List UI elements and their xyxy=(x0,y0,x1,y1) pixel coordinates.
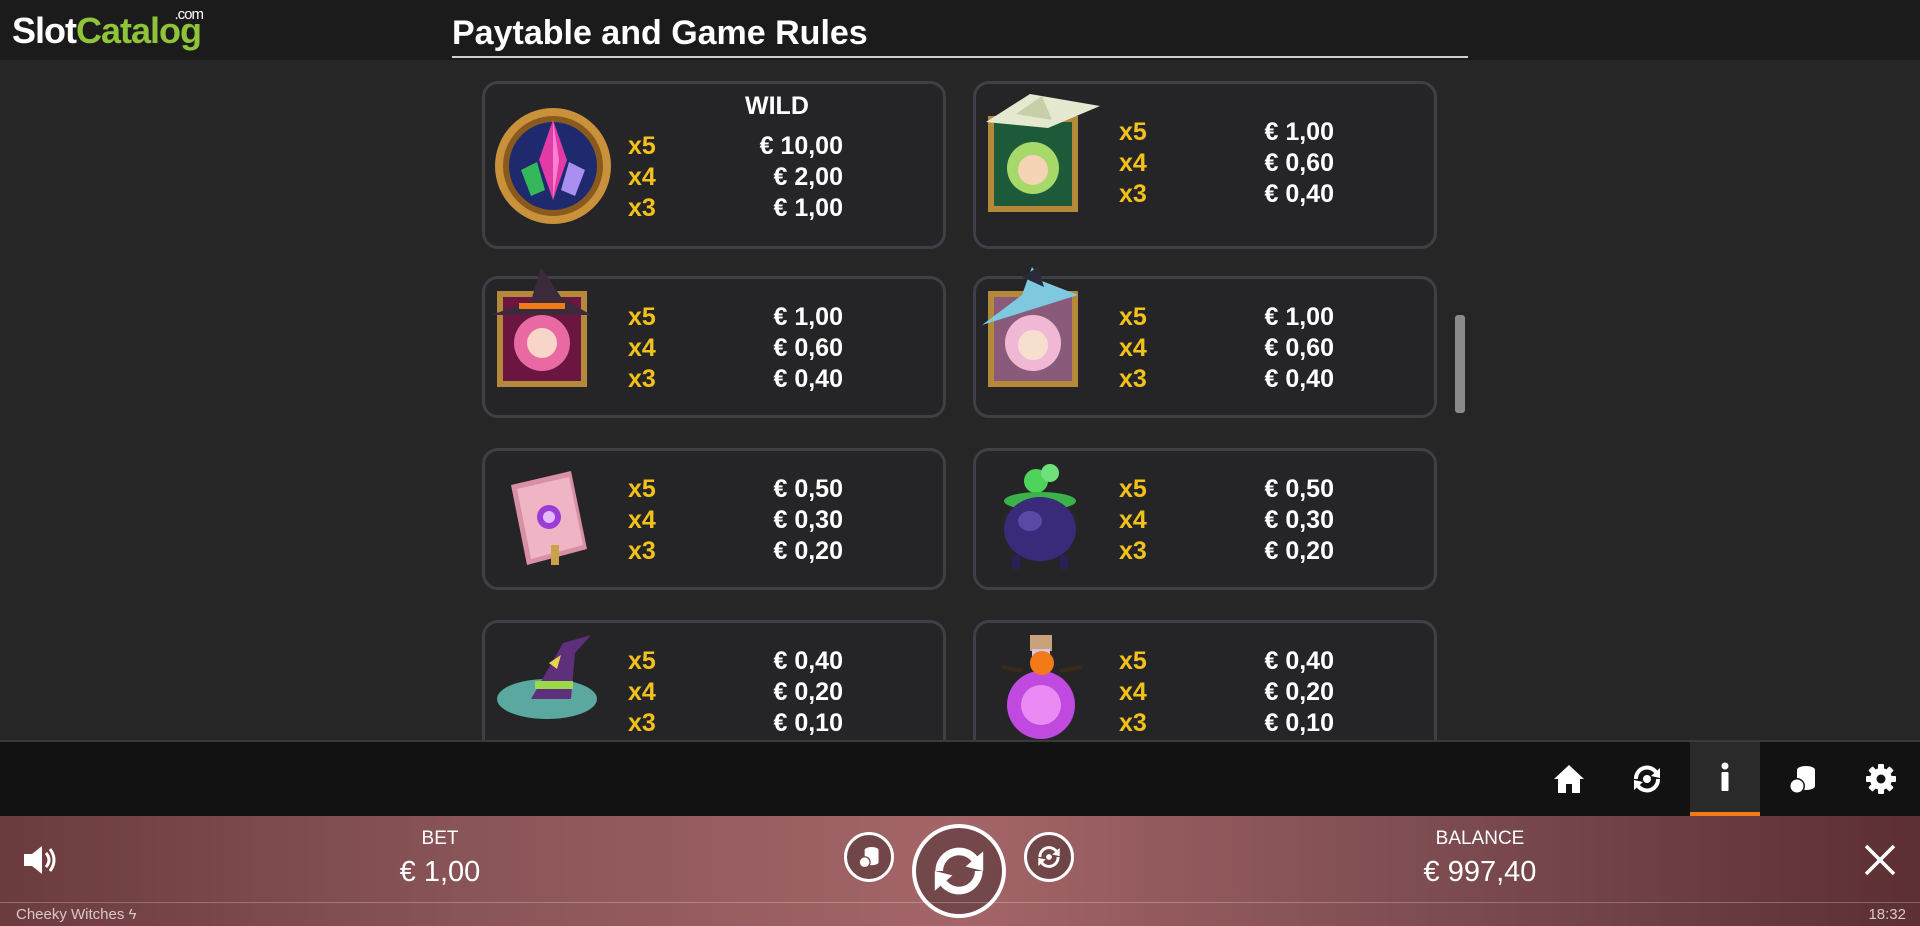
pay-row: x3 € 0,20 xyxy=(1119,537,1334,565)
pay-row: x3 € 0,40 xyxy=(1119,180,1334,208)
lightning-icon: ϟ xyxy=(128,906,137,923)
gear-icon xyxy=(1866,764,1896,794)
pay-row: x3 € 0,40 xyxy=(1119,365,1334,393)
pay-row: x3 € 0,10 xyxy=(628,709,843,737)
paytable-card-cauldron: x5 € 0,50 x4 € 0,30 x3 € 0,20 xyxy=(973,448,1437,590)
title-divider xyxy=(452,56,1468,58)
autoplay-icon xyxy=(1634,765,1660,793)
autoplay-icon xyxy=(1038,846,1060,868)
spin-button[interactable] xyxy=(912,824,1006,918)
paytable-card-witch-hat: x5 € 0,40 x4 € 0,20 x3 € 0,10 xyxy=(482,620,946,740)
coins-icon xyxy=(1789,766,1815,794)
close-icon xyxy=(1864,844,1896,876)
autoplay-button[interactable] xyxy=(1612,742,1682,816)
balance-value: € 997,40 xyxy=(1423,856,1537,888)
paytable-content[interactable]: WILD x5 € 10,00 x4 € 2,00 x3 € 1,00 x5 € 1,0… xyxy=(0,60,1920,740)
home-icon xyxy=(1554,765,1584,793)
pay-row: x3 € 1,00 xyxy=(628,194,843,222)
pay-row: x5 € 1,00 xyxy=(628,303,843,331)
sound-button[interactable] xyxy=(20,840,60,880)
pay-row: x4 € 2,00 xyxy=(628,163,843,191)
pay-row: x4 € 0,60 xyxy=(1119,149,1334,177)
menu-toolbar xyxy=(0,740,1920,816)
pay-row: x5 € 1,00 xyxy=(1119,118,1334,146)
pay-row: x4 € 0,30 xyxy=(628,506,843,534)
paytable-card-potion: x5 € 0,40 x4 € 0,20 x3 € 0,10 xyxy=(973,620,1437,740)
pay-row: x4 € 0,20 xyxy=(628,678,843,706)
pay-row: x3 € 0,40 xyxy=(628,365,843,393)
paytable-card-pink-witch: x5 € 1,00 x4 € 0,60 x3 € 0,40 xyxy=(482,267,946,418)
pay-row: x3 € 0,20 xyxy=(628,537,843,565)
game-name: Cheeky Witches ϟ xyxy=(16,906,137,923)
paytable-card-green-witch: x5 € 1,00 x4 € 0,60 x3 € 0,40 xyxy=(973,81,1437,249)
bet-label: BET xyxy=(421,828,459,849)
pay-row: x5 € 0,40 xyxy=(1119,647,1334,675)
clock: 18:32 xyxy=(1868,906,1906,923)
paytable-card-spell-book: x5 € 0,50 x4 € 0,30 x3 € 0,20 xyxy=(482,448,946,590)
paytable-card-wild: WILD x5 € 10,00 x4 € 2,00 x3 € 1,00 xyxy=(482,81,946,249)
bottom-divider xyxy=(0,902,1920,903)
pay-row: x4 € 0,20 xyxy=(1119,678,1334,706)
settings-button[interactable] xyxy=(1846,742,1916,816)
page-title: Paytable and Game Rules xyxy=(452,14,868,52)
header-bar: SlotCatalog .com Paytable and Game Rules xyxy=(0,0,1920,60)
pay-row: x5 € 0,50 xyxy=(1119,475,1334,503)
speaker-icon xyxy=(24,846,56,874)
info-icon xyxy=(1721,762,1729,791)
balance-label: BALANCE xyxy=(1435,828,1525,849)
wild-label: WILD xyxy=(745,92,809,120)
pay-row: x4 € 0,60 xyxy=(1119,334,1334,362)
pay-row: x5 € 1,00 xyxy=(1119,303,1334,331)
pay-row: x4 € 0,30 xyxy=(1119,506,1334,534)
pay-row: x5 € 0,40 xyxy=(628,647,843,675)
bet-value: € 1,00 xyxy=(399,856,481,888)
pay-row: x3 € 0,10 xyxy=(1119,709,1334,737)
autoplay-button-bottom[interactable] xyxy=(1024,832,1074,882)
game-bottom-bar: BET € 1,00 BALANCE € 997,40 Cheeky Witch… xyxy=(0,816,1920,926)
pay-row: x4 € 0,60 xyxy=(628,334,843,362)
bet-coins-button[interactable] xyxy=(844,832,894,882)
coins-icon xyxy=(858,847,879,869)
scrollbar-thumb[interactable] xyxy=(1455,315,1465,413)
close-button[interactable] xyxy=(1862,842,1898,878)
home-button[interactable] xyxy=(1534,742,1604,816)
slotcatalog-logo: SlotCatalog .com xyxy=(12,6,204,51)
bet-settings-button[interactable] xyxy=(1768,742,1838,816)
info-button[interactable] xyxy=(1690,742,1760,816)
paytable-card-blue-witch: x5 € 1,00 x4 € 0,60 x3 € 0,40 xyxy=(973,267,1437,418)
pay-row: x5 € 10,00 xyxy=(628,132,843,160)
spin-icon xyxy=(934,847,984,895)
pay-row: x5 € 0,50 xyxy=(628,475,843,503)
